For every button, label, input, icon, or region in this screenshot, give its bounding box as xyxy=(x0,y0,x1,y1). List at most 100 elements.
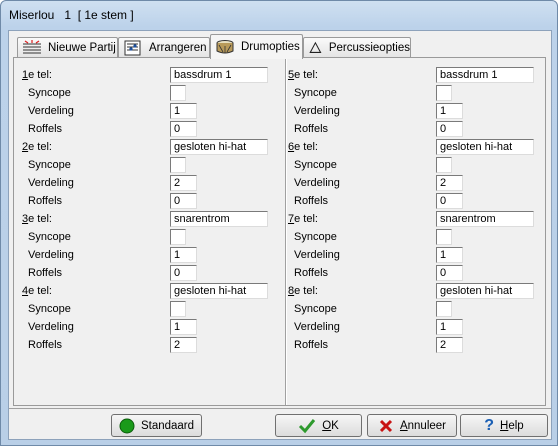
roffels-field[interactable]: 0 xyxy=(170,193,197,209)
ok-button[interactable]: OK xyxy=(275,414,362,437)
syncope-label: Syncope xyxy=(28,87,71,99)
verdeling-label: Verdeling xyxy=(28,321,74,333)
annuleer-label-mnemonic: A xyxy=(399,419,408,432)
beat-label: 4e tel: xyxy=(22,285,52,297)
syncope-field[interactable] xyxy=(170,301,186,317)
question-mark-icon: ? xyxy=(484,416,495,434)
beat-label: 2e tel: xyxy=(22,141,52,153)
drum-options-panel: 1 e tel: bassdrum 1 Syncope Verdeling 1 Roffel… xyxy=(13,57,546,406)
help-button[interactable]: ? Help xyxy=(460,414,548,437)
roffels-label: Roffels xyxy=(294,339,329,351)
beat-verdeling-row: Verdeling 1 xyxy=(22,247,282,265)
checkmark-icon xyxy=(299,418,316,433)
verdeling-field[interactable]: 1 xyxy=(170,103,197,119)
beat-syncope-row: Syncope xyxy=(22,229,282,247)
verdeling-field[interactable]: 1 xyxy=(436,319,463,335)
roffels-field[interactable]: 0 xyxy=(436,265,463,281)
tab-nieuwe-partij[interactable]: Nieuwe Partij xyxy=(17,37,118,58)
title-bar[interactable]: Miserlou 1 [ 1e stem ] xyxy=(1,1,557,30)
syncope-label: Syncope xyxy=(28,303,71,315)
syncope-field[interactable] xyxy=(436,301,452,317)
tab-percussieopties[interactable]: Percussieopties xyxy=(303,37,411,58)
syncope-field[interactable] xyxy=(436,157,452,173)
beat-verdeling-row: Verdeling 2 xyxy=(288,175,548,193)
syncope-field[interactable] xyxy=(170,157,186,173)
verdeling-field[interactable]: 2 xyxy=(436,175,463,191)
dialog-window: Miserlou 1 [ 1e stem ] Nieuwe Partij Arr… xyxy=(0,0,558,446)
drum-icon xyxy=(216,40,234,54)
syncope-field[interactable] xyxy=(170,85,186,101)
tab-label: Percussieopties xyxy=(328,42,410,54)
syncope-label: Syncope xyxy=(294,303,337,315)
syncope-label: Syncope xyxy=(294,159,337,171)
roffels-label: Roffels xyxy=(28,267,63,279)
beat-sound-field[interactable]: gesloten hi-hat xyxy=(170,139,268,155)
beat-syncope-row: Syncope xyxy=(288,157,548,175)
triangle-icon xyxy=(309,41,322,53)
beat-sound-field[interactable]: snarentrom xyxy=(170,211,268,227)
roffels-label: Roffels xyxy=(294,267,329,279)
verdeling-field[interactable]: 1 xyxy=(170,247,197,263)
verdeling-label: Verdeling xyxy=(294,177,340,189)
beat-syncope-row: Syncope xyxy=(22,85,282,103)
ok-label-mnemonic: O xyxy=(322,419,332,432)
roffels-field[interactable]: 0 xyxy=(170,121,197,137)
beat-sound-field[interactable]: bassdrum 1 xyxy=(170,67,268,83)
beat-row: 6e tel: gesloten hi-hat xyxy=(288,139,548,157)
verdeling-field[interactable]: 1 xyxy=(436,103,463,119)
roffels-label: Roffels xyxy=(294,195,329,207)
syncope-field[interactable] xyxy=(170,229,186,245)
beat-label: 3e tel: xyxy=(22,213,52,225)
roffels-field[interactable]: 0 xyxy=(170,265,197,281)
beat-sound-field[interactable]: bassdrum 1 xyxy=(436,67,534,83)
roffels-field[interactable]: 2 xyxy=(170,337,197,353)
beat-syncope-row: Syncope xyxy=(288,301,548,319)
roffels-field[interactable]: 2 xyxy=(436,337,463,353)
beat-label: 7e tel: xyxy=(288,213,318,225)
verdeling-field[interactable]: 2 xyxy=(170,175,197,191)
ok-label: OK xyxy=(322,420,339,432)
column-divider xyxy=(285,58,286,405)
beat-syncope-row: Syncope xyxy=(288,229,548,247)
verdeling-label: Verdeling xyxy=(28,249,74,261)
beat-sound-field[interactable]: snarentrom xyxy=(436,211,534,227)
verdeling-field[interactable]: 1 xyxy=(170,319,197,335)
help-label: Help xyxy=(500,420,524,432)
tab-arrangeren[interactable]: Arrangeren xyxy=(118,37,210,58)
verdeling-field[interactable]: 1 xyxy=(436,247,463,263)
beat-verdeling-row: Verdeling 1 xyxy=(288,103,548,121)
beat-roffels-row: Roffels 0 xyxy=(22,265,282,283)
syncope-field[interactable] xyxy=(436,229,452,245)
tab-strip: Nieuwe Partij Arrangeren Drumopties Perc… xyxy=(13,34,549,59)
beat-suffix: e tel: xyxy=(28,285,52,297)
syncope-field[interactable] xyxy=(436,85,452,101)
beat-row: 4e tel: gesloten hi-hat xyxy=(22,283,282,301)
green-circle-icon xyxy=(119,418,135,433)
beat-verdeling-row: Verdeling 1 xyxy=(288,247,548,265)
beat-syncope-row: Syncope xyxy=(22,301,282,319)
beat-suffix: e tel: xyxy=(294,141,318,153)
standaard-button[interactable]: Standaard xyxy=(111,414,202,437)
roffels-field[interactable]: 0 xyxy=(436,193,463,209)
beat-roffels-row: Roffels 2 xyxy=(22,337,282,355)
beat-roffels-row: Roffels 0 xyxy=(288,121,548,139)
roffels-label: Roffels xyxy=(28,339,63,351)
syncope-label: Syncope xyxy=(294,231,337,243)
verdeling-label: Verdeling xyxy=(294,249,340,261)
beat-label: 8e tel: xyxy=(288,285,318,297)
roffels-field[interactable]: 0 xyxy=(436,121,463,137)
annuleer-label: Annuleer xyxy=(400,420,446,432)
beat-roffels-row: Roffels 0 xyxy=(22,193,282,211)
tab-drumopties[interactable]: Drumopties xyxy=(210,34,303,59)
beat-sound-field[interactable]: gesloten hi-hat xyxy=(436,139,534,155)
beat-suffix: e tel: xyxy=(28,141,52,153)
beat-label: 5e tel: xyxy=(288,69,318,81)
beat-suffix: e tel: xyxy=(294,285,318,297)
beat-suffix: e tel: xyxy=(294,213,318,225)
beat-roffels-row: Roffels 0 xyxy=(288,193,548,211)
beat-roffels-row: Roffels 0 xyxy=(22,121,282,139)
beat-sound-field[interactable]: gesloten hi-hat xyxy=(170,283,268,299)
beat-sound-field[interactable]: gesloten hi-hat xyxy=(436,283,534,299)
ok-label-rest: K xyxy=(331,419,339,432)
annuleer-button[interactable]: Annuleer xyxy=(367,414,457,437)
